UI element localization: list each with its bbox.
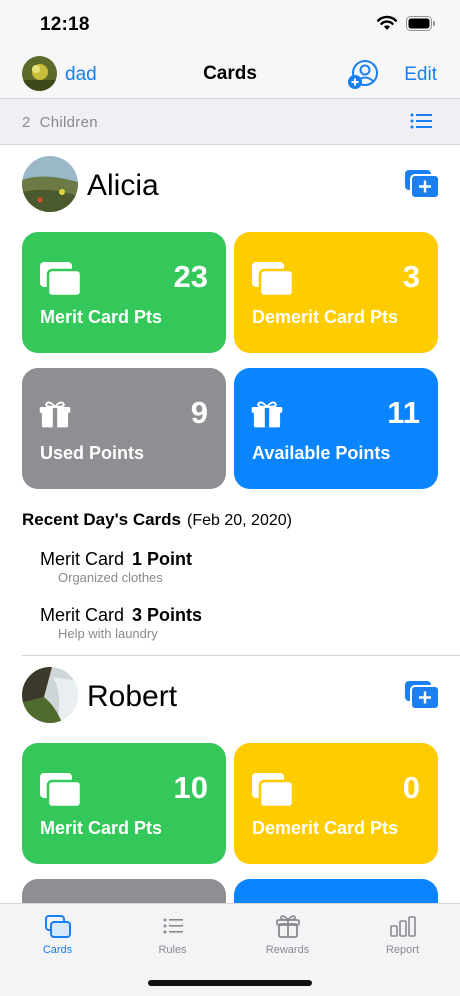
available-points-tile[interactable]: 11 Available Points (234, 368, 438, 489)
cards-icon (45, 915, 71, 938)
tile-value: 0 (402, 770, 420, 805)
tile-label: Available Points (252, 443, 391, 463)
add-person-icon[interactable] (347, 59, 379, 91)
tab-label: Rewards (265, 944, 310, 956)
tab-rules[interactable]: Rules (115, 904, 230, 974)
list-view-icon[interactable] (410, 111, 432, 131)
recent-cards-date: (Feb 20, 2020) (187, 512, 292, 529)
battery-icon (406, 16, 435, 31)
gift-icon (39, 401, 71, 428)
page-title: Cards (203, 63, 257, 84)
child-avatar (22, 667, 78, 723)
tile-value: 3 (402, 259, 420, 294)
card-type: Merit Card (40, 549, 125, 569)
card-points: 3 Points (132, 605, 203, 625)
child-name: Robert (87, 680, 178, 713)
demerit-points-tile[interactable]: 3 Demerit Card Pts (234, 232, 438, 353)
status-time: 12:18 (40, 14, 90, 35)
edit-button[interactable]: Edit (404, 64, 437, 86)
child-header-alicia[interactable]: Alicia (0, 156, 460, 216)
card-description: Help with laundry (58, 626, 158, 641)
bar-chart-icon (390, 916, 416, 937)
gift-icon (276, 915, 300, 938)
children-group-header: 2 Children (0, 98, 460, 145)
tab-label: Cards (42, 944, 73, 956)
child-name: Alicia (87, 169, 159, 202)
tile-value: 10 (173, 770, 208, 805)
tab-label: Rules (158, 944, 187, 956)
tile-value: 9 (190, 395, 208, 430)
merit-points-tile[interactable]: 10 Merit Card Pts (22, 743, 226, 864)
tile-value: 11 (387, 395, 420, 430)
status-icons (376, 15, 436, 32)
list-item[interactable]: Merit Card 3 Points Help with laundry (40, 605, 440, 641)
tile-label: Demerit Card Pts (252, 307, 399, 327)
status-bar: 12:18 (0, 0, 460, 52)
card-type: Merit Card (40, 605, 125, 625)
cards-icon (40, 773, 83, 809)
tile-label: Merit Card Pts (40, 818, 163, 838)
card-description: Organized clothes (58, 570, 163, 585)
cards-icon (252, 262, 295, 298)
card-points: 1 Point (132, 549, 193, 569)
list-item[interactable]: Merit Card 1 Point Organized clothes (40, 549, 440, 585)
child-header-robert[interactable]: Robert (0, 667, 460, 727)
tab-cards[interactable]: Cards (0, 904, 115, 974)
cards-icon (40, 262, 83, 298)
tile-label: Demerit Card Pts (252, 818, 399, 838)
tile-label: Merit Card Pts (40, 307, 163, 327)
used-points-tile[interactable]: 9 Used Points (22, 368, 226, 489)
child-avatar (22, 156, 78, 212)
tile-value: 23 (173, 259, 208, 294)
cards-icon (252, 773, 295, 809)
wifi-icon (377, 15, 397, 30)
tab-label: Report (385, 944, 420, 956)
nav-bar: dad Cards Edit (0, 52, 460, 98)
children-count: 2 Children (22, 114, 98, 131)
home-indicator[interactable] (148, 980, 312, 986)
section-divider (22, 655, 460, 656)
list-icon (163, 918, 183, 934)
tab-report[interactable]: Report (345, 904, 460, 974)
tile-label: Used Points (40, 443, 145, 463)
recent-cards-title: Recent Day's Cards (Feb 20, 2020) (22, 510, 292, 529)
demerit-points-tile[interactable]: 0 Demerit Card Pts (234, 743, 438, 864)
tab-rewards[interactable]: Rewards (230, 904, 345, 974)
add-card-icon[interactable] (404, 680, 440, 710)
add-card-icon[interactable] (404, 169, 440, 199)
gift-icon (251, 401, 283, 428)
merit-points-tile[interactable]: 23 Merit Card Pts (22, 232, 226, 353)
